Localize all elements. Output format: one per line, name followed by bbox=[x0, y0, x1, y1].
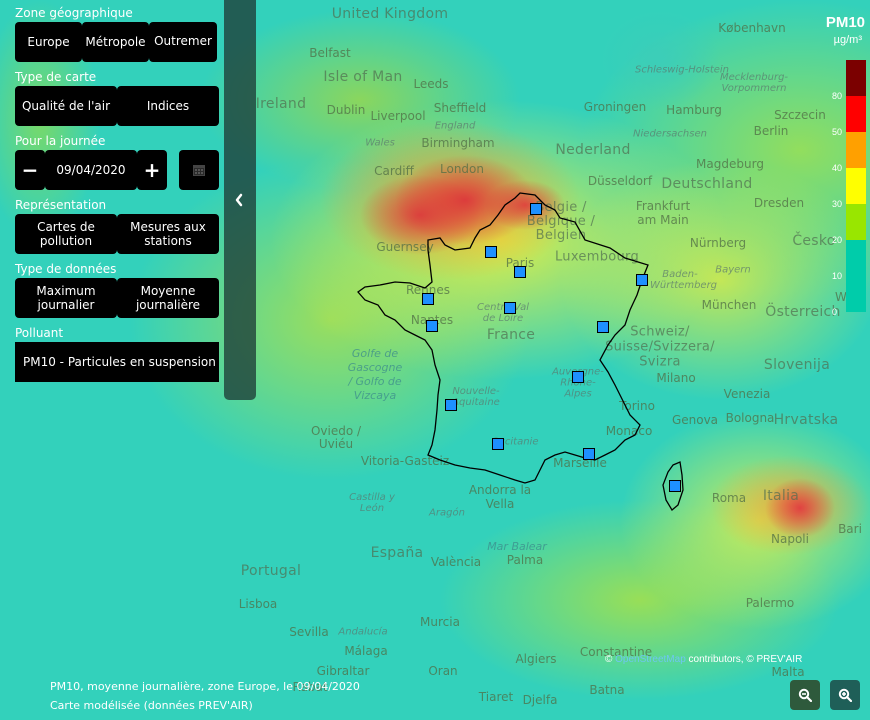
legend-class-swatch bbox=[846, 204, 866, 240]
daily-mean-button[interactable]: Moyenne journalière bbox=[117, 278, 219, 318]
pollution-maps-button[interactable]: Cartes de pollution bbox=[15, 214, 117, 254]
station-marker[interactable] bbox=[504, 302, 516, 314]
station-marker[interactable] bbox=[597, 321, 609, 333]
zoom-in-icon bbox=[838, 688, 852, 702]
station-marker[interactable] bbox=[572, 371, 584, 383]
legend-tick-label: 80 bbox=[832, 91, 843, 101]
air-quality-button[interactable]: Qualité de l'air bbox=[15, 86, 117, 126]
legend-title: PM10 bbox=[825, 14, 865, 31]
zoom-in-button[interactable] bbox=[830, 680, 860, 710]
pollutant-select[interactable]: PM10 - Particules en suspension bbox=[15, 342, 219, 382]
day-label: Pour la journée bbox=[15, 134, 106, 148]
station-marker[interactable] bbox=[492, 438, 504, 450]
previous-day-button[interactable]: − bbox=[15, 150, 45, 190]
station-marker[interactable] bbox=[485, 246, 497, 258]
representation-label: Représentation bbox=[15, 198, 107, 212]
attribution-copyright: © bbox=[605, 654, 613, 665]
map-type-button-group: Qualité de l'air Indices bbox=[15, 86, 219, 126]
legend-class-swatch bbox=[846, 96, 866, 132]
legend-class-swatch bbox=[846, 240, 866, 312]
station-marker[interactable] bbox=[422, 293, 434, 305]
zone-metropole-button[interactable]: Métropole bbox=[82, 22, 149, 62]
legend-color-scale bbox=[846, 60, 866, 312]
daily-max-button[interactable]: Maximum journalier bbox=[15, 278, 117, 318]
legend-tick-label: 30 bbox=[832, 199, 843, 209]
station-marker[interactable] bbox=[514, 266, 526, 278]
map-attribution: © OpenStreetMap contributors, © PREV'AIR bbox=[605, 654, 802, 665]
zoom-out-button[interactable] bbox=[790, 680, 820, 710]
station-marker[interactable] bbox=[530, 203, 542, 215]
station-marker[interactable] bbox=[445, 399, 457, 411]
next-day-button[interactable]: + bbox=[137, 150, 167, 190]
openstreetmap-link[interactable]: OpenStreetMap bbox=[615, 654, 686, 665]
minus-icon: − bbox=[21, 158, 39, 182]
station-measures-button[interactable]: Mesures aux stations bbox=[117, 214, 219, 254]
date-field[interactable]: 09/04/2020 bbox=[45, 150, 137, 190]
data-type-label: Type de données bbox=[15, 262, 117, 276]
map-caption-source: Carte modélisée (données PREV'AIR) bbox=[50, 699, 253, 712]
zone-outremer-button[interactable]: Outremer bbox=[149, 22, 217, 62]
zone-button-group: Europe Métropole Outremer bbox=[15, 22, 217, 62]
date-picker: − 09/04/2020 + bbox=[15, 150, 219, 190]
legend-tick-label: 40 bbox=[832, 163, 843, 173]
legend-tick-label: 50 bbox=[832, 127, 843, 137]
attribution-suffix: contributors, © PREV'AIR bbox=[685, 654, 803, 665]
legend-tick-label: 0 bbox=[832, 307, 838, 317]
station-marker[interactable] bbox=[636, 274, 648, 286]
chevron-left-icon bbox=[235, 193, 243, 207]
pollutant-label: Polluant bbox=[15, 326, 64, 340]
pollutant-value: PM10 - Particules en suspension bbox=[15, 342, 219, 382]
calendar-button[interactable] bbox=[179, 150, 219, 190]
legend-class-swatch bbox=[846, 132, 866, 168]
legend-tick-label: 10 bbox=[832, 271, 843, 281]
map-type-label: Type de carte bbox=[15, 70, 97, 84]
zone-label: Zone géographique bbox=[15, 6, 133, 20]
map-caption-description: PM10, moyenne journalière, zone Europe, … bbox=[50, 680, 360, 693]
zone-europe-button[interactable]: Europe bbox=[15, 22, 82, 62]
legend-class-swatch bbox=[846, 60, 866, 96]
indices-button[interactable]: Indices bbox=[117, 86, 219, 126]
legend-tick-label: 20 bbox=[832, 235, 843, 245]
data-type-button-group: Maximum journalier Moyenne journalière bbox=[15, 278, 219, 318]
legend-unit: µg/m³ bbox=[833, 34, 862, 46]
collapse-panel-button[interactable] bbox=[224, 0, 256, 400]
zoom-out-icon bbox=[798, 688, 812, 702]
legend-class-swatch bbox=[846, 168, 866, 204]
plus-icon: + bbox=[143, 158, 161, 182]
station-marker[interactable] bbox=[669, 480, 681, 492]
station-marker[interactable] bbox=[583, 448, 595, 460]
representation-button-group: Cartes de pollution Mesures aux stations bbox=[15, 214, 219, 254]
calendar-icon bbox=[193, 165, 205, 176]
station-marker[interactable] bbox=[426, 320, 438, 332]
